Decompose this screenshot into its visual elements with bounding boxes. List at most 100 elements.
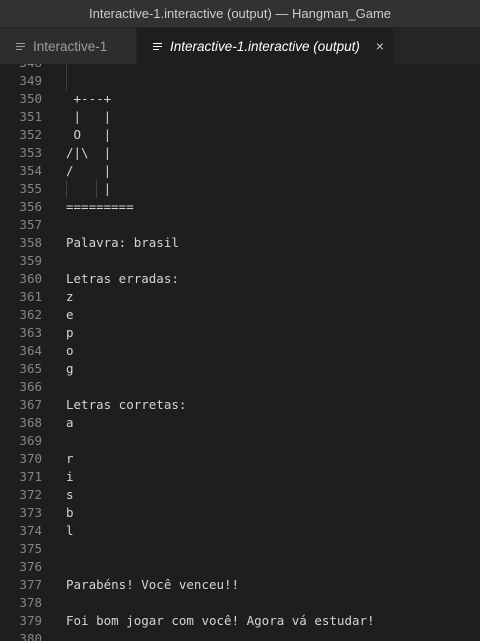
output-line: 355 | bbox=[0, 180, 480, 198]
line-text: ========= bbox=[66, 199, 134, 214]
line-number: 366 bbox=[19, 379, 42, 394]
output-line: 376 bbox=[0, 558, 480, 576]
output-line: 353 /|\ | bbox=[0, 144, 480, 162]
line-text: Foi bom jogar com você! Agora vá estudar… bbox=[66, 613, 375, 628]
output-line: 364 o bbox=[0, 342, 480, 360]
line-number: 373 bbox=[19, 505, 42, 520]
line-text: b bbox=[66, 505, 74, 520]
line-number: 355 bbox=[19, 181, 42, 196]
line-text: g bbox=[66, 361, 74, 376]
output-line: 349 bbox=[0, 72, 480, 90]
window-title: Interactive-1.interactive (output) — Han… bbox=[0, 0, 480, 28]
line-text: z bbox=[66, 289, 74, 304]
line-number: 359 bbox=[19, 253, 42, 268]
line-number: 375 bbox=[19, 541, 42, 556]
indent-guide bbox=[66, 64, 67, 72]
line-text: O | bbox=[66, 127, 112, 142]
tab-bar-empty-area bbox=[393, 28, 480, 64]
tab-label: Interactive-1.interactive (output) bbox=[170, 38, 360, 54]
line-number: 357 bbox=[19, 217, 42, 232]
line-number: 349 bbox=[19, 73, 42, 88]
line-number: 363 bbox=[19, 325, 42, 340]
output-line: 352 O | bbox=[0, 126, 480, 144]
line-text: / | bbox=[66, 163, 112, 178]
output-line: 379 Foi bom jogar com você! Agora vá estu… bbox=[0, 612, 480, 630]
line-text: | bbox=[66, 181, 112, 196]
line-number: 367 bbox=[19, 397, 42, 412]
line-number: 360 bbox=[19, 271, 42, 286]
output-line: 375 bbox=[0, 540, 480, 558]
line-number: 348 bbox=[0, 64, 42, 72]
line-text: Letras corretas: bbox=[66, 397, 187, 412]
output-line: 348 bbox=[0, 64, 480, 72]
indent-guide bbox=[66, 72, 67, 90]
output-line: 368 a bbox=[0, 414, 480, 432]
tab-label: Interactive-1 bbox=[33, 38, 108, 54]
line-text: Parabéns! Você venceu!! bbox=[66, 577, 240, 592]
indent-guide bbox=[96, 180, 97, 198]
output-line: 367 Letras corretas: bbox=[0, 396, 480, 414]
line-text: p bbox=[66, 325, 74, 340]
line-number: 368 bbox=[19, 415, 42, 430]
line-number: 371 bbox=[19, 469, 42, 484]
output-line: 378 bbox=[0, 594, 480, 612]
output-line: 366 bbox=[0, 378, 480, 396]
output-line: 369 bbox=[0, 432, 480, 450]
line-number: 370 bbox=[19, 451, 42, 466]
preview-icon bbox=[153, 42, 162, 51]
output-line: 350 +---+ bbox=[0, 90, 480, 108]
line-number: 351 bbox=[19, 109, 42, 124]
line-text: Letras erradas: bbox=[66, 271, 179, 286]
line-number: 356 bbox=[19, 199, 42, 214]
line-text: e bbox=[66, 307, 74, 322]
line-number: 358 bbox=[19, 235, 42, 250]
line-number: 378 bbox=[19, 595, 42, 610]
line-text: s bbox=[66, 487, 74, 502]
line-number: 364 bbox=[19, 343, 42, 358]
output-lines: 348349350 +---+351 | |352 O |353/|\ |354… bbox=[0, 64, 480, 641]
line-number: 354 bbox=[19, 163, 42, 178]
output-line: 356 ========= bbox=[0, 198, 480, 216]
output-line: 374 l bbox=[0, 522, 480, 540]
output-line: 354 / | bbox=[0, 162, 480, 180]
output-line: 359 bbox=[0, 252, 480, 270]
line-number: 372 bbox=[19, 487, 42, 502]
output-line: 380 bbox=[0, 630, 480, 641]
line-number: 379 bbox=[19, 613, 42, 628]
indent-guide bbox=[66, 180, 67, 198]
line-text: i bbox=[66, 469, 74, 484]
tab-bar: Interactive-1 Interactive-1.interactive … bbox=[0, 28, 480, 64]
output-line: 377 Parabéns! Você venceu!! bbox=[0, 576, 480, 594]
line-number: 377 bbox=[19, 577, 42, 592]
line-number: 362 bbox=[19, 307, 42, 322]
output-line: 361 z bbox=[0, 288, 480, 306]
output-line: 370 r bbox=[0, 450, 480, 468]
line-number: 353 bbox=[19, 145, 42, 160]
output-line: 363 p bbox=[0, 324, 480, 342]
line-number: 361 bbox=[19, 289, 42, 304]
line-number: 374 bbox=[19, 523, 42, 538]
tab-interactive-1-output[interactable]: Interactive-1.interactive (output) × bbox=[137, 28, 393, 64]
line-number: 352 bbox=[19, 127, 42, 142]
line-text: | | bbox=[66, 109, 112, 124]
output-line: 371 i bbox=[0, 468, 480, 486]
line-text: l bbox=[66, 523, 74, 538]
preview-icon bbox=[16, 42, 25, 51]
output-line: 372 s bbox=[0, 486, 480, 504]
line-number: 376 bbox=[19, 559, 42, 574]
output-line: 362 e bbox=[0, 306, 480, 324]
close-icon[interactable]: × bbox=[372, 38, 388, 54]
line-number: 369 bbox=[19, 433, 42, 448]
line-text: /|\ | bbox=[66, 145, 112, 160]
line-text: a bbox=[66, 415, 74, 430]
output-editor[interactable]: 348349350 +---+351 | |352 O |353/|\ |354… bbox=[0, 64, 480, 641]
line-number: 365 bbox=[19, 361, 42, 376]
line-text: Palavra: brasil bbox=[66, 235, 179, 250]
output-line: 360 Letras erradas: bbox=[0, 270, 480, 288]
line-text: r bbox=[66, 451, 74, 466]
tab-interactive-1[interactable]: Interactive-1 bbox=[0, 28, 137, 64]
output-line: 351 | | bbox=[0, 108, 480, 126]
line-number: 350 bbox=[19, 91, 42, 106]
line-number: 380 bbox=[19, 631, 42, 641]
line-text: o bbox=[66, 343, 74, 358]
